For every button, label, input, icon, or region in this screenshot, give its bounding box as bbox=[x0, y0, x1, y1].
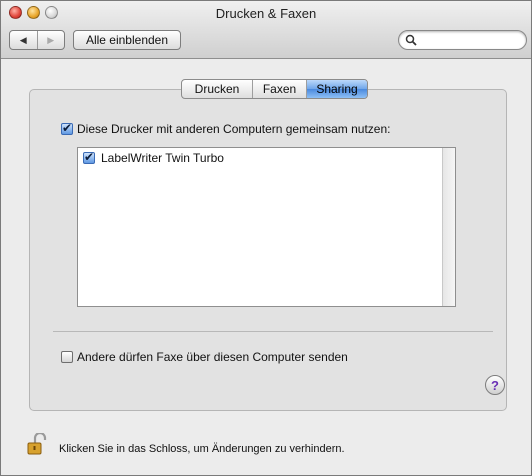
search-input[interactable] bbox=[419, 33, 523, 49]
printer-name: LabelWriter Twin Turbo bbox=[101, 151, 224, 165]
share-printers-checkbox[interactable] bbox=[61, 121, 73, 135]
search-icon bbox=[405, 34, 417, 46]
allow-fax-checkbox[interactable] bbox=[61, 351, 73, 363]
back-arrow-icon: ◀ bbox=[19, 34, 27, 45]
search-field[interactable] bbox=[398, 30, 527, 50]
lock-message: Klicken Sie in das Schloss, um Änderunge… bbox=[59, 443, 345, 455]
show-all-button[interactable]: Alle einblenden bbox=[73, 30, 181, 50]
forward-button[interactable]: ▶ bbox=[38, 31, 65, 49]
allow-fax-label: Andere dürfen Faxe über diesen Computer … bbox=[77, 350, 348, 364]
tab-sharing[interactable]: Sharing bbox=[307, 80, 367, 98]
printer-checkbox[interactable] bbox=[83, 150, 95, 164]
help-button[interactable]: ? bbox=[485, 375, 505, 395]
printer-list: LabelWriter Twin Turbo bbox=[77, 147, 456, 307]
window: Drucken & Faxen ◀ ▶ Alle einblenden Druc… bbox=[0, 0, 532, 476]
tab-drucken[interactable]: Drucken bbox=[182, 80, 253, 98]
tab-bar: Drucken Faxen Sharing bbox=[181, 79, 368, 99]
list-scrollbar[interactable] bbox=[442, 148, 455, 306]
tab-faxen[interactable]: Faxen bbox=[253, 80, 307, 98]
back-forward-control: ◀ ▶ bbox=[9, 30, 65, 50]
window-title: Drucken & Faxen bbox=[215, 6, 317, 21]
toolbar: Drucken & Faxen ◀ ▶ Alle einblenden bbox=[1, 1, 531, 59]
lock-icon[interactable] bbox=[26, 433, 48, 455]
help-icon: ? bbox=[491, 377, 499, 393]
back-button[interactable]: ◀ bbox=[10, 31, 38, 49]
share-printers-label: Diese Drucker mit anderen Computern geme… bbox=[77, 122, 391, 136]
separator bbox=[53, 331, 493, 332]
forward-arrow-icon: ▶ bbox=[47, 34, 55, 45]
